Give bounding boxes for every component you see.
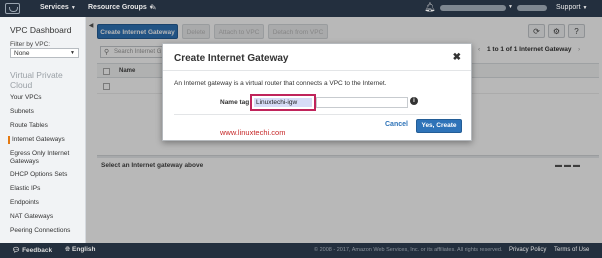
name-tag-input-field[interactable]: [316, 97, 408, 108]
dialog-footer-divider: [174, 114, 461, 115]
services-label: Services: [40, 4, 69, 11]
resource-groups-label: Resource Groups: [88, 4, 147, 11]
chevron-down-icon: ▼: [582, 5, 588, 11]
globe-icon: 🌐︎: [65, 246, 71, 253]
chevron-down-icon: ▼: [508, 4, 513, 10]
sidebar-title[interactable]: VPC Dashboard: [10, 25, 71, 35]
sidebar-item-endpoints[interactable]: Endpoints: [10, 199, 84, 207]
feedback-link[interactable]: 💬︎ Feedback: [12, 246, 52, 254]
watermark-text: www.linuxtechi.com: [220, 128, 286, 137]
vpc-filter-value: None: [14, 50, 30, 57]
sidebar: VPC Dashboard Filter by VPC: None ▼ Virtu…: [0, 17, 86, 243]
sidebar-item-egress-only-internet-gateways[interactable]: Egress Only Internet Gateways: [10, 150, 84, 166]
sidebar-item-dhcp-options-sets[interactable]: DHCP Options Sets: [10, 171, 84, 179]
vpc-filter-select[interactable]: None ▼: [10, 48, 79, 58]
footer-bar: 💬︎ Feedback 🌐︎ English © 2008 - 2017, Am…: [0, 243, 602, 258]
copyright-text: © 2008 - 2017, Amazon Web Services, Inc.…: [314, 247, 503, 253]
cancel-button[interactable]: Cancel: [385, 121, 408, 128]
sidebar-section-heading: Virtual Private Cloud: [10, 70, 63, 90]
support-menu[interactable]: Support ▼: [556, 4, 587, 11]
aws-vpc-console: Services ▼ Resource Groups ▼ ✎ 🔔︎ ▼ Suppor…: [0, 0, 602, 258]
vpc-filter-label: Filter by VPC:: [10, 41, 51, 48]
top-nav-bar: Services ▼ Resource Groups ▼ ✎ 🔔︎ ▼ Suppor…: [0, 0, 602, 17]
sidebar-item-route-tables[interactable]: Route Tables: [10, 122, 84, 130]
privacy-policy-link[interactable]: Privacy Policy: [509, 247, 546, 253]
chat-icon: 💬︎: [12, 247, 21, 254]
yes-create-button[interactable]: Yes, Create: [416, 119, 462, 133]
chevron-down-icon: ▼: [70, 5, 76, 11]
sidebar-item-your-vpcs[interactable]: Your VPCs: [10, 94, 84, 102]
sidebar-item-elastic-ips[interactable]: Elastic IPs: [10, 185, 84, 193]
region-menu-redacted[interactable]: [517, 5, 547, 11]
sidebar-item-nat-gateways[interactable]: NAT Gateways: [10, 213, 84, 221]
services-menu[interactable]: Services ▼: [40, 4, 76, 11]
terms-of-use-link[interactable]: Terms of Use: [554, 247, 589, 253]
create-internet-gateway-dialog: Create Internet Gateway ✖ An Internet ga…: [162, 43, 472, 141]
account-menu-redacted[interactable]: [440, 5, 506, 11]
dialog-title: Create Internet Gateway: [174, 53, 289, 64]
bell-icon[interactable]: 🔔︎: [424, 2, 435, 13]
info-icon[interactable]: i: [410, 97, 418, 105]
dialog-divider: [163, 70, 471, 71]
support-label: Support: [556, 4, 581, 11]
pin-icon[interactable]: ✎: [150, 3, 157, 12]
name-tag-label: Name tag: [220, 99, 250, 106]
dialog-description: An Internet gateway is a virtual router …: [174, 80, 387, 87]
sidebar-item-internet-gateways[interactable]: Internet Gateways: [8, 136, 82, 144]
name-tag-input[interactable]: Linuxtechi-igw: [254, 98, 312, 107]
aws-cube-icon[interactable]: [5, 3, 20, 14]
sidebar-item-peering-connections[interactable]: Peering Connections: [10, 227, 84, 235]
chevron-down-icon: ▼: [70, 50, 75, 56]
feedback-label: Feedback: [22, 247, 53, 254]
language-label: English: [72, 246, 96, 253]
close-icon[interactable]: ✖: [453, 52, 461, 63]
sidebar-item-subnets[interactable]: Subnets: [10, 108, 84, 116]
language-selector[interactable]: 🌐︎ English: [65, 246, 96, 254]
resource-groups-menu[interactable]: Resource Groups ▼: [88, 4, 154, 11]
name-tag-highlight: Linuxtechi-igw: [250, 94, 316, 111]
